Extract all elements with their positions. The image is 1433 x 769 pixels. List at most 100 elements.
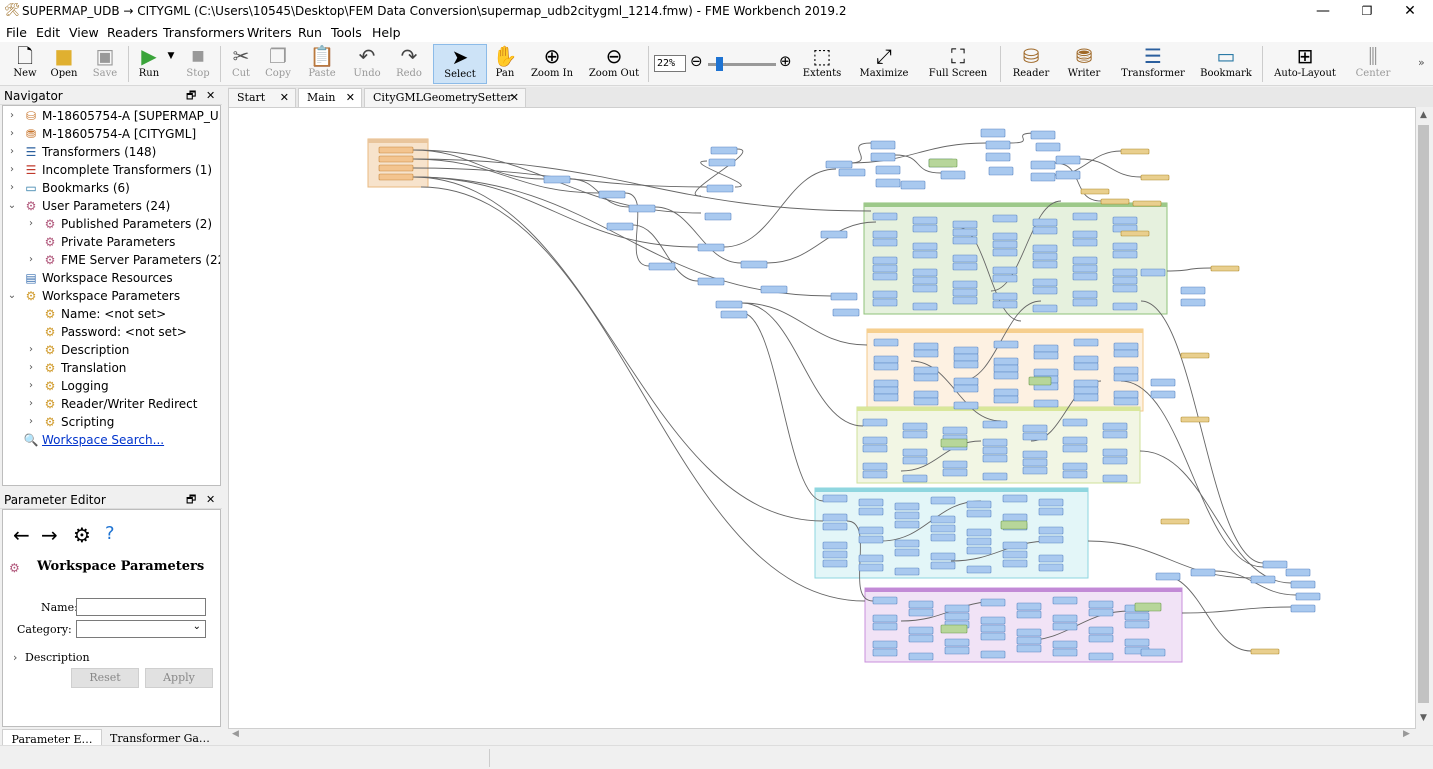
transformer[interactable] <box>1113 397 1139 406</box>
inspector[interactable] <box>940 438 968 448</box>
transformer[interactable] <box>1140 648 1166 657</box>
writer-feature-type[interactable] <box>1210 265 1240 272</box>
transformer[interactable] <box>913 373 939 382</box>
transformer[interactable] <box>913 342 939 351</box>
navigator-item[interactable]: › ☰ Transformers (148) <box>3 143 220 161</box>
transformer[interactable] <box>1062 436 1088 445</box>
writer-feature-type[interactable] <box>1080 188 1110 195</box>
transformer[interactable] <box>872 614 898 623</box>
transformer[interactable] <box>993 371 1019 380</box>
transformer[interactable] <box>930 561 956 570</box>
transformer[interactable] <box>1062 470 1088 479</box>
redo-button[interactable]: ↷ Redo <box>392 44 426 84</box>
transformer[interactable] <box>1072 256 1098 265</box>
transformer[interactable] <box>872 622 898 631</box>
transformer[interactable] <box>1262 560 1288 569</box>
transformer[interactable] <box>982 454 1008 463</box>
transformer[interactable] <box>872 264 898 273</box>
transformer[interactable] <box>875 165 901 175</box>
transformer[interactable] <box>1124 620 1150 629</box>
transformer[interactable] <box>1016 644 1042 653</box>
navigator-item[interactable]: › ▭ Bookmarks (6) <box>3 179 220 197</box>
transformer[interactable] <box>1290 580 1316 589</box>
transformer[interactable] <box>894 502 920 511</box>
scroll-right-icon[interactable]: ▶ <box>1403 729 1410 739</box>
transformer[interactable] <box>1022 466 1048 475</box>
transformer[interactable] <box>982 446 1008 455</box>
transformer[interactable] <box>912 242 938 251</box>
transformer[interactable] <box>952 254 978 263</box>
close-icon[interactable]: ✕ <box>280 89 289 107</box>
transformer[interactable] <box>1290 604 1316 613</box>
transformer[interactable] <box>894 567 920 576</box>
add-transformer-button[interactable]: ☰ Transformer <box>1114 44 1192 84</box>
menu-view[interactable]: View <box>69 25 99 40</box>
transformer[interactable] <box>912 216 938 225</box>
navigator-close-button[interactable]: ✕ <box>206 87 215 105</box>
transformer[interactable] <box>1113 373 1139 382</box>
transformer[interactable] <box>1124 612 1150 621</box>
transformer[interactable] <box>870 152 896 162</box>
transformer[interactable] <box>606 222 634 231</box>
maximize-button[interactable]: ❐ <box>1344 0 1390 22</box>
transformer[interactable] <box>1032 226 1058 235</box>
transformer[interactable] <box>940 170 966 180</box>
transformer[interactable] <box>1016 636 1042 645</box>
settings-gear-icon[interactable]: ⚙ <box>73 523 91 547</box>
transformer[interactable] <box>872 272 898 281</box>
transformer[interactable] <box>1155 572 1181 581</box>
paste-button[interactable]: 📋 Paste <box>304 44 340 84</box>
writer-feature-type[interactable] <box>1180 416 1210 423</box>
navigator-item[interactable]: › ⚙ Translation <box>3 359 220 377</box>
zoom-slider[interactable] <box>708 57 776 71</box>
transformer[interactable] <box>858 554 884 563</box>
transformer[interactable] <box>648 262 676 271</box>
transformer[interactable] <box>1002 559 1028 568</box>
transformer[interactable] <box>952 262 978 271</box>
transformer[interactable] <box>993 357 1019 366</box>
transformer[interactable] <box>1032 260 1058 269</box>
transformer[interactable] <box>1073 338 1099 347</box>
category-select[interactable]: ⌄ <box>76 620 206 638</box>
transformer[interactable] <box>942 460 968 469</box>
transformer[interactable] <box>825 160 853 169</box>
transformer[interactable] <box>993 395 1019 404</box>
chevron-right-icon[interactable]: › <box>25 395 37 413</box>
chevron-right-icon[interactable]: › <box>25 251 37 269</box>
transformer[interactable] <box>1033 368 1059 377</box>
transformer[interactable] <box>832 308 860 317</box>
transformer[interactable] <box>953 377 979 386</box>
apply-button[interactable]: Apply <box>145 668 213 688</box>
inspector[interactable] <box>1134 602 1162 612</box>
menu-help[interactable]: Help <box>372 25 401 40</box>
transformer[interactable] <box>872 212 898 221</box>
select-tool-button[interactable]: ➤ Select <box>433 44 487 84</box>
transformer[interactable] <box>1112 276 1138 285</box>
tab-start[interactable]: Start ✕ <box>228 88 296 107</box>
transformer[interactable] <box>952 280 978 289</box>
transformer[interactable] <box>953 360 979 369</box>
transformer[interactable] <box>1124 638 1150 647</box>
transformer[interactable] <box>894 548 920 557</box>
transformer[interactable] <box>1038 526 1064 535</box>
menu-run[interactable]: Run <box>298 25 322 40</box>
navigator-item[interactable]: ⌄ ⚙ User Parameters (24) <box>3 197 220 215</box>
transformer[interactable] <box>912 224 938 233</box>
close-icon[interactable]: ✕ <box>346 89 355 107</box>
transformer[interactable] <box>1072 238 1098 247</box>
transformer[interactable] <box>873 393 899 402</box>
transformer[interactable] <box>1073 386 1099 395</box>
writer-feature-type[interactable] <box>1250 648 1280 655</box>
transformer[interactable] <box>985 152 1011 162</box>
chevron-right-icon[interactable]: › <box>25 341 37 359</box>
transformer[interactable] <box>1073 393 1099 402</box>
transformer[interactable] <box>706 184 734 193</box>
transformer[interactable] <box>710 146 738 155</box>
writer-feature-type[interactable] <box>1180 352 1210 359</box>
transformer[interactable] <box>830 292 858 301</box>
transformer[interactable] <box>944 612 970 621</box>
extents-button[interactable]: ⬚ Extents <box>798 44 846 84</box>
navigator-item[interactable]: › ⚙ Published Parameters (2) <box>3 215 220 233</box>
transformer[interactable] <box>992 266 1018 275</box>
transformer[interactable] <box>1102 422 1128 431</box>
